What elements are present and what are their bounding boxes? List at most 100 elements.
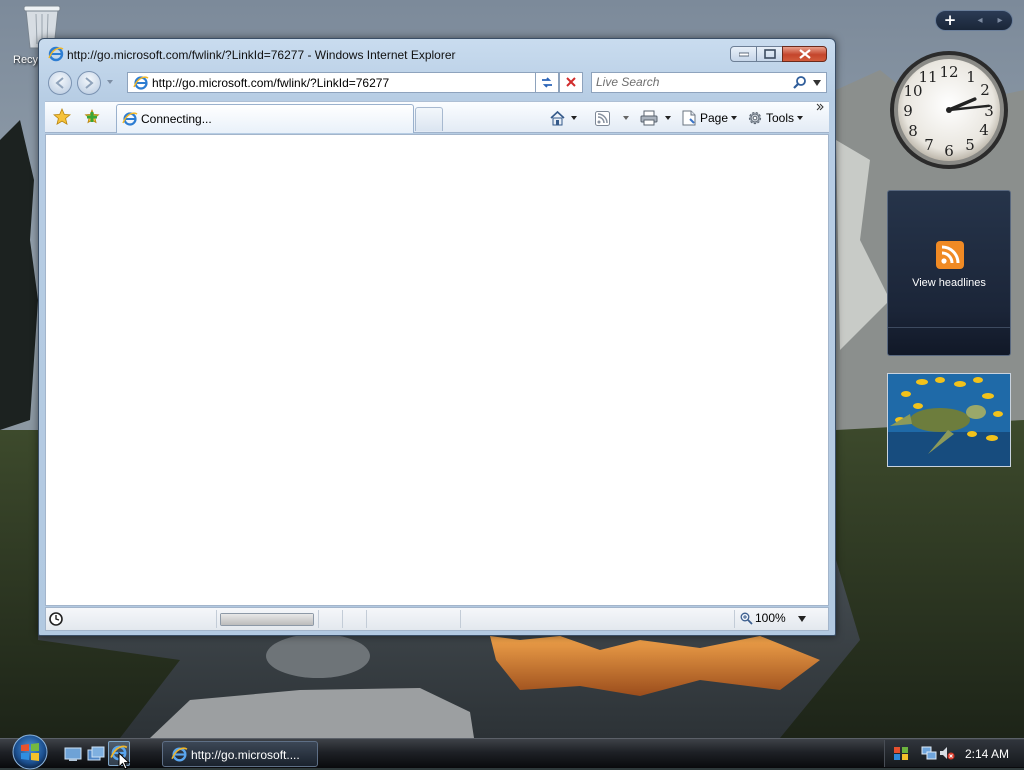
progress-fill: [221, 614, 313, 625]
gear-icon: [748, 111, 762, 125]
navigation-bar: http://go.microsoft.com/fwlink/?LinkId=7…: [39, 70, 835, 98]
svg-text:6: 6: [944, 142, 954, 160]
status-separator: [216, 610, 217, 628]
page-content-area[interactable]: [45, 134, 829, 606]
forward-arrow-icon: [85, 77, 94, 89]
loading-clock-icon: [49, 612, 63, 626]
add-to-favorites-icon[interactable]: [83, 108, 101, 126]
search-box[interactable]: [591, 72, 827, 93]
taskbar-ie-icon: [171, 747, 188, 762]
refresh-icon: [542, 77, 552, 88]
title-bar[interactable]: http://go.microsoft.com/fwlink/?LinkId=7…: [39, 39, 835, 69]
status-separator: [734, 610, 735, 628]
home-dropdown-icon[interactable]: [566, 113, 580, 123]
mouse-cursor-icon: [118, 752, 130, 770]
new-tab-button[interactable]: [415, 107, 443, 131]
taskbar-ie-label: http://go.microsoft....: [191, 748, 300, 762]
back-arrow-icon: [55, 77, 64, 89]
tab-current[interactable]: Connecting...: [116, 104, 414, 133]
page-dropdown-icon: [731, 116, 738, 120]
zoom-magnifier-icon: [740, 612, 753, 625]
start-button[interactable]: [9, 733, 51, 770]
clock-gadget[interactable]: 12 1 2 3 4 5 6 7 8 9 10 11: [888, 48, 1010, 172]
stop-button[interactable]: [559, 72, 583, 93]
svg-text:1: 1: [966, 68, 976, 86]
taskbar: http://go.microsoft.... 2:14 AM: [0, 738, 1024, 768]
sea-turtle-photo: [888, 374, 1010, 466]
internet-explorer-window: http://go.microsoft.com/fwlink/?LinkId=7…: [38, 38, 836, 636]
internet-explorer-icon: [48, 46, 64, 62]
home-button[interactable]: [549, 108, 580, 128]
page-ie-icon: [133, 76, 149, 90]
zoom-level-text: 100%: [755, 611, 786, 625]
zoom-dropdown-icon[interactable]: [798, 616, 806, 622]
favorites-center-star-icon[interactable]: [53, 108, 71, 126]
system-tray: 2:14 AM: [884, 740, 1024, 767]
tab-label: Connecting...: [141, 112, 212, 126]
feeds-icon: [595, 110, 610, 126]
back-button[interactable]: [48, 71, 72, 95]
page-menu-button[interactable]: Page: [681, 108, 742, 128]
svg-text:4: 4: [979, 121, 989, 139]
print-button[interactable]: [640, 108, 674, 128]
taskbar-ie-window-button[interactable]: http://go.microsoft....: [162, 741, 318, 767]
refresh-button[interactable]: [535, 72, 559, 93]
svg-text:7: 7: [924, 136, 934, 154]
windows-flag-tray-icon[interactable]: [893, 745, 909, 761]
svg-text:8: 8: [908, 122, 918, 140]
forward-button[interactable]: [77, 71, 101, 95]
network-tray-icon[interactable]: [921, 745, 937, 761]
address-bar[interactable]: http://go.microsoft.com/fwlink/?LinkId=7…: [127, 72, 559, 93]
sidebar-controls: + ◂ ▸: [935, 10, 1013, 31]
tools-menu-label: Tools: [766, 111, 795, 125]
print-dropdown-icon[interactable]: [658, 113, 674, 123]
page-menu-label: Page: [700, 111, 729, 125]
sidebar-next-button[interactable]: ▸: [990, 11, 1010, 30]
page-load-progress-bar: [220, 613, 314, 626]
minimize-button[interactable]: [730, 46, 757, 62]
stop-icon: [566, 77, 576, 87]
volume-muted-tray-icon[interactable]: [939, 745, 955, 761]
print-icon: [640, 110, 658, 126]
feeds-button[interactable]: [595, 108, 632, 128]
add-gadget-button[interactable]: +: [937, 11, 963, 30]
maximize-icon: [763, 49, 776, 59]
tools-dropdown-icon: [797, 116, 804, 120]
tab-ie-icon: [122, 112, 138, 126]
window-title: http://go.microsoft.com/fwlink/?LinkId=7…: [67, 48, 456, 62]
toolbar-overflow-chevron-icon[interactable]: [815, 102, 825, 112]
feeds-dropdown-icon[interactable]: [610, 113, 632, 123]
view-headlines-label[interactable]: View headlines: [888, 277, 1010, 289]
switch-windows-icon[interactable]: [87, 745, 105, 763]
sidebar-prev-button[interactable]: ◂: [970, 11, 990, 30]
home-icon: [550, 110, 565, 126]
recent-pages-dropdown-icon[interactable]: [106, 78, 114, 86]
caption-buttons: [730, 46, 827, 63]
svg-text:11: 11: [918, 68, 937, 86]
svg-text:2: 2: [980, 81, 990, 99]
svg-text:5: 5: [965, 136, 975, 154]
tools-menu-button[interactable]: Tools: [747, 108, 808, 128]
maximize-button[interactable]: [756, 46, 783, 62]
status-separator: [318, 610, 319, 628]
status-separator: [460, 610, 461, 628]
close-button[interactable]: [782, 46, 827, 62]
status-separator: [366, 610, 367, 628]
search-provider-dropdown-icon[interactable]: [813, 80, 821, 86]
svg-text:12: 12: [939, 63, 958, 81]
show-desktop-icon[interactable]: [64, 745, 82, 763]
svg-text:9: 9: [903, 102, 913, 120]
page-icon: [682, 110, 696, 126]
address-text[interactable]: http://go.microsoft.com/fwlink/?LinkId=7…: [152, 76, 389, 90]
status-bar: 100%: [45, 607, 829, 631]
minimize-icon: [738, 52, 749, 57]
close-icon: [798, 49, 811, 59]
gadget-divider: [888, 327, 1010, 328]
feed-headlines-gadget[interactable]: View headlines: [887, 190, 1011, 356]
command-bar: Connecting... Page Tools: [45, 101, 829, 133]
search-icon[interactable]: [792, 75, 808, 91]
zoom-level-button[interactable]: 100%: [740, 611, 786, 625]
tray-clock-time[interactable]: 2:14 AM: [965, 747, 1009, 761]
search-input[interactable]: [596, 75, 776, 89]
slideshow-gadget[interactable]: [887, 373, 1011, 467]
